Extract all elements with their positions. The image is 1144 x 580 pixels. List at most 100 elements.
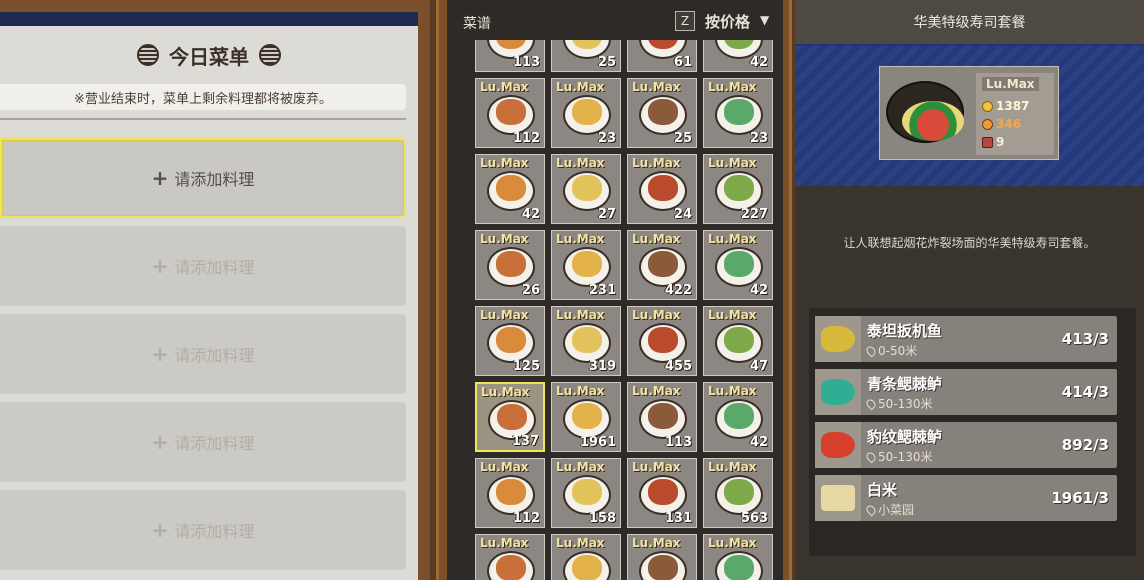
bowl-icon [982,136,993,148]
today-menu-title: 今日菜单 [169,44,249,69]
dish-level-label: Lu.Max [708,384,757,398]
recipe-dish-card[interactable]: Lu.Max 563 [703,458,773,528]
recipe-dish-card[interactable]: Lu.Max 26 [475,230,545,300]
menu-slot-label: 请添加料理 [174,346,255,365]
ingredient-row[interactable]: 泰坦扳机鱼 0-50米 413/3 [815,316,1117,362]
chevron-down-icon[interactable]: ▼ [760,13,769,27]
food-icon [572,99,602,125]
menu-slot-2[interactable]: + 请添加料理 [0,226,406,306]
dish-count: 227 [740,207,768,222]
location-pin-icon [864,344,878,357]
dish-stats: Lu.Max 1387 346 9 [976,73,1054,155]
ingredient-location: 50-130米 [864,395,933,412]
ingredient-list: 泰坦扳机鱼 0-50米 413/3 青条鳃棘鲈 50-130米 414/3 豹纹… [809,308,1136,556]
recipe-dish-card[interactable]: Lu.Max 25 [627,78,697,148]
recipe-dish-card[interactable]: Lu.Max 231 [551,230,621,300]
ingredient-row[interactable]: 豹纹鳃棘鲈 50-130米 892/3 [815,422,1117,468]
recipe-dish-card[interactable]: Lu.Max 158 [551,458,621,528]
recipe-dish-card[interactable]: Lu.Max 455 [627,306,697,376]
recipe-dish-card[interactable]: Lu.Max 319 [551,306,621,376]
recipe-dish-card[interactable]: Lu.Max [551,534,621,580]
sort-dropdown-label[interactable]: 按价格 [705,11,750,32]
recipe-dish-card[interactable]: Lu.Max [627,534,697,580]
recipe-dish-card[interactable]: Lu.Max 47 [703,306,773,376]
plus-icon: + [151,430,169,454]
recipe-dish-card[interactable]: Lu.Max 131 [627,458,697,528]
servings-stat: 9 [982,135,1004,149]
menu-slot-1[interactable]: + 请添加料理 [0,138,406,218]
ingredient-name: 豹纹鳃棘鲈 [867,428,943,446]
food-icon [648,175,678,201]
recipe-panel: 113 25 61 42 Lu.Max 112 Lu.Max 23 Lu.Max 25 Lu.Max… [436,0,792,580]
rice-sack-icon [815,475,861,521]
menu-slot-4[interactable]: + 请添加料理 [0,402,406,482]
today-menu-header: 今日菜单 [0,40,418,70]
food-icon [496,251,526,277]
recipe-dish-card[interactable]: Lu.Max 1961 [551,382,621,452]
recipe-dish-card[interactable]: Lu.Max [703,534,773,580]
dish-count: 113 [512,55,540,70]
recipe-dish-card[interactable]: Lu.Max 42 [703,382,773,452]
dish-level-label: Lu.Max [556,460,605,474]
ingredient-row[interactable]: 白米 小菜园 1961/3 [815,475,1117,521]
fish-icon [815,316,861,362]
recipe-header: 菜谱 Z 按价格 ▼ [447,0,783,40]
dish-level-label: Lu.Max [481,385,530,399]
recipe-dish-card[interactable]: Lu.Max 27 [551,154,621,224]
ingredient-location: 0-50米 [864,342,917,359]
recipe-dish-card[interactable]: Lu.Max 137 [475,382,545,452]
dish-count: 455 [664,359,692,374]
dish-level-label: Lu.Max [632,308,681,322]
recipe-dish-card[interactable]: Lu.Max 113 [627,382,697,452]
dish-level-label: Lu.Max [480,536,529,550]
dish-level-label: Lu.Max [632,80,681,94]
sushi-food-icon [902,101,964,141]
dish-count: 112 [512,511,540,526]
location-pin-icon [864,450,878,463]
menu-slot-label: 请添加料理 [174,522,255,541]
food-icon [648,99,678,125]
dish-count: 422 [664,283,692,298]
recipe-dish-card[interactable]: Lu.Max 227 [703,154,773,224]
dish-count: 1961 [579,435,616,450]
dish-count: 24 [673,207,692,222]
recipe-dish-card[interactable]: Lu.Max 125 [475,306,545,376]
dish-level: Lu.Max [982,77,1039,91]
recipe-dish-card[interactable]: Lu.Max 23 [551,78,621,148]
customer-icon [982,118,993,130]
food-icon [572,175,602,201]
menu-slot-label: 请添加料理 [174,258,255,277]
dish-level-label: Lu.Max [480,308,529,322]
dish-count: 131 [664,511,692,526]
recipe-dish-card[interactable]: Lu.Max [475,534,545,580]
dish-detail-panel: 华美特级寿司套餐 Lu.Max 1387 346 9 让人联想起烟花炸裂场面的华… [795,0,1144,580]
recipe-dish-card[interactable]: Lu.Max 42 [703,230,773,300]
dish-level-label: Lu.Max [556,308,605,322]
recipe-dish-card[interactable]: Lu.Max 24 [627,154,697,224]
dish-count: 42 [749,55,768,70]
ingredient-name: 青条鳃棘鲈 [867,375,943,393]
ingredient-row[interactable]: 青条鳃棘鲈 50-130米 414/3 [815,369,1117,415]
recipe-dish-card[interactable]: Lu.Max 23 [703,78,773,148]
dish-count: 47 [749,359,768,374]
sort-key-hint[interactable]: Z [675,11,695,31]
dish-level-label: Lu.Max [480,460,529,474]
fish-icon [815,422,861,468]
food-icon [572,479,602,505]
ingredient-name: 泰坦扳机鱼 [867,322,943,340]
price-stat: 1387 [982,99,1029,113]
dish-count: 319 [588,359,616,374]
recipe-dish-card[interactable]: Lu.Max 42 [475,154,545,224]
food-icon [497,404,527,430]
food-icon [648,403,678,429]
dish-count: 25 [673,131,692,146]
recipe-dish-card[interactable]: Lu.Max 112 [475,458,545,528]
recipe-dish-card[interactable]: Lu.Max 112 [475,78,545,148]
menu-slot-5[interactable]: + 请添加料理 [0,490,406,570]
menu-slot-3[interactable]: + 请添加料理 [0,314,406,394]
dish-count: 42 [749,283,768,298]
food-icon [648,251,678,277]
dish-count: 563 [740,511,768,526]
dish-level-label: Lu.Max [480,80,529,94]
recipe-dish-card[interactable]: Lu.Max 422 [627,230,697,300]
